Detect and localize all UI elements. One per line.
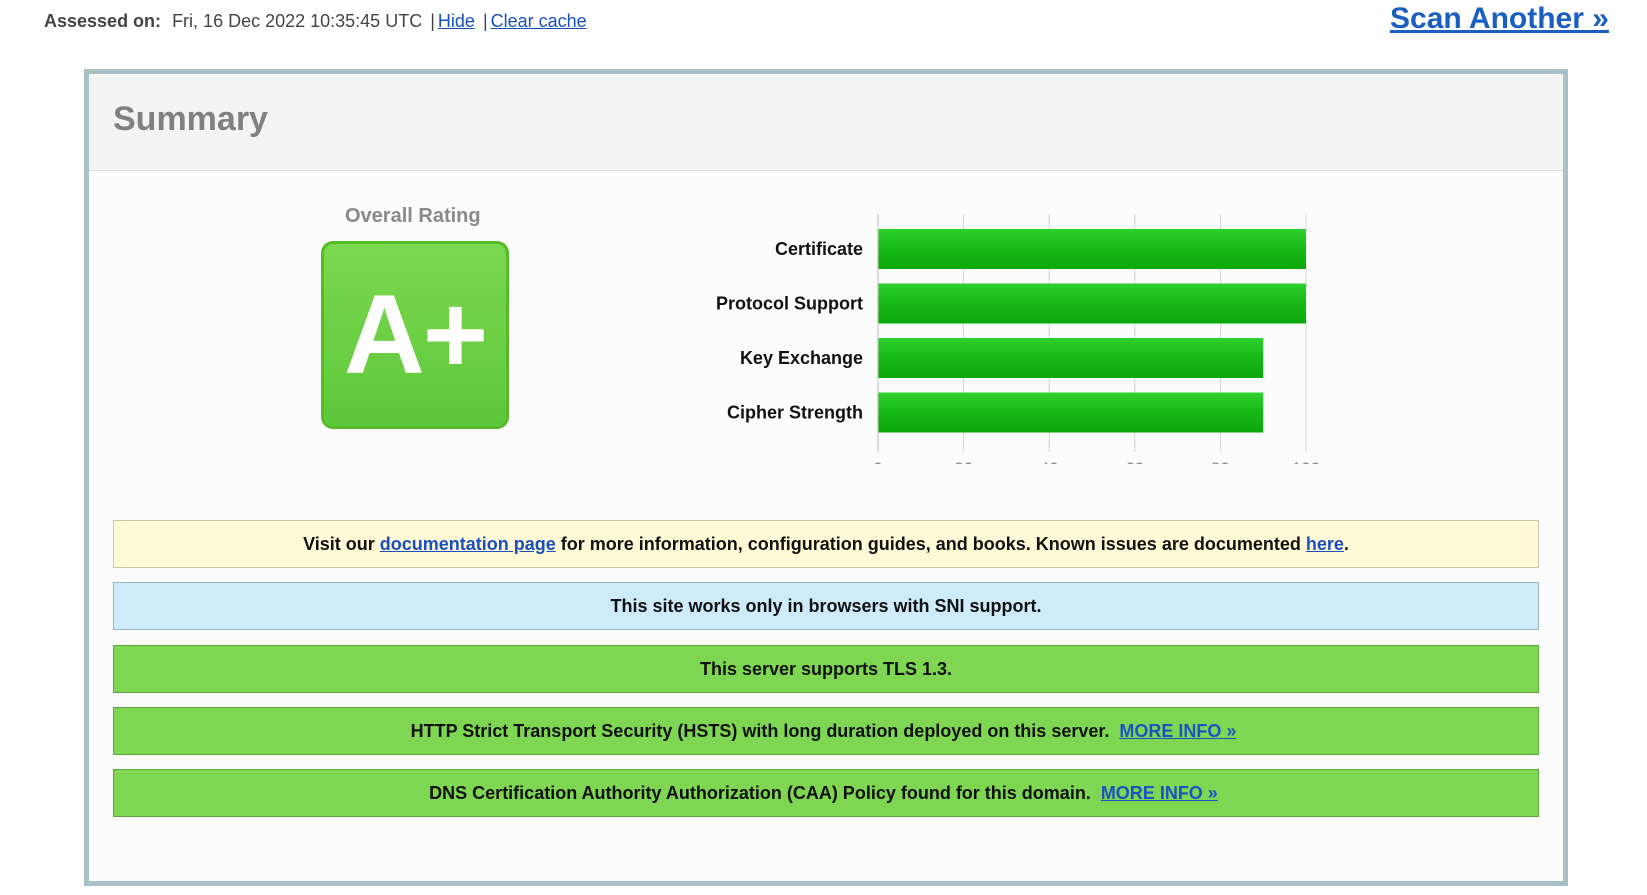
bar-label: Certificate [775,239,863,259]
assessed-label: Assessed on: [44,11,162,31]
grade-text: A+ [343,272,488,397]
notice-text: DNS Certification Authority Authorizatio… [429,782,1091,803]
overall-rating-label: Overall Rating [345,205,481,227]
bar-label: Protocol Support [716,294,863,314]
caa-more-info-link[interactable]: MORE INFO » [1101,783,1218,804]
notice-text: Visit our [303,533,375,554]
notice-documentation: Visit our documentation page for more in… [113,520,1539,568]
x-tick-label: 0 [873,459,882,464]
notice-caa: DNS Certification Authority Authorizatio… [113,769,1539,817]
rating-bar-chart: 0 20 40 60 80 100 Certificate Protocol Support K… [716,214,1320,464]
summary-title: Summary [113,100,268,138]
bar-cipher-strength [878,392,1264,433]
notice-text: This site works only in browsers with SN… [610,595,1042,616]
scan-another-link[interactable]: Scan Another » [1390,2,1609,36]
bar-label: Key Exchange [740,348,863,368]
notice-text: HTTP Strict Transport Security (HSTS) wi… [410,720,1110,741]
clear-cache-link[interactable]: Clear cache [491,11,587,31]
notice-text: This server supports TLS 1.3. [699,658,953,679]
notice-text: for more information, configuration guid… [560,533,1301,554]
notice-hsts: HTTP Strict Transport Security (HSTS) wi… [113,707,1539,755]
summary-panel: Summary Overall Rating A+ 0 20 40 60 80 100 Ce… [84,69,1568,886]
hsts-more-info-link[interactable]: MORE INFO » [1119,721,1236,742]
x-tick-label: 20 [954,459,973,464]
notice-text: . [1343,533,1349,554]
x-tick-label: 100 [1292,459,1320,464]
bar-certificate [878,229,1306,269]
assessed-timestamp: Fri, 16 Dec 2022 10:35:45 UTC [172,11,423,31]
hide-link[interactable]: Hide [438,11,475,31]
bar-label: Cipher Strength [727,403,863,423]
documentation-page-link[interactable]: documentation page [380,534,556,555]
bar-key-exchange [878,338,1264,378]
notice-tls13: This server supports TLS 1.3. [113,645,1539,693]
assessed-on: Assessed on: Fri, 16 Dec 2022 10:35:45 U… [44,11,587,32]
known-issues-link[interactable]: here [1306,534,1344,555]
separator: | [482,11,488,31]
separator: | [430,11,435,31]
bar-protocol-support [878,283,1306,324]
grade-badge: A+ [321,241,509,429]
x-tick-label: 60 [1125,459,1144,464]
notice-sni: This site works only in browsers with SN… [113,582,1539,630]
summary-header: Summary [89,74,1563,171]
x-tick-label: 40 [1040,459,1059,464]
x-tick-label: 80 [1211,459,1230,464]
